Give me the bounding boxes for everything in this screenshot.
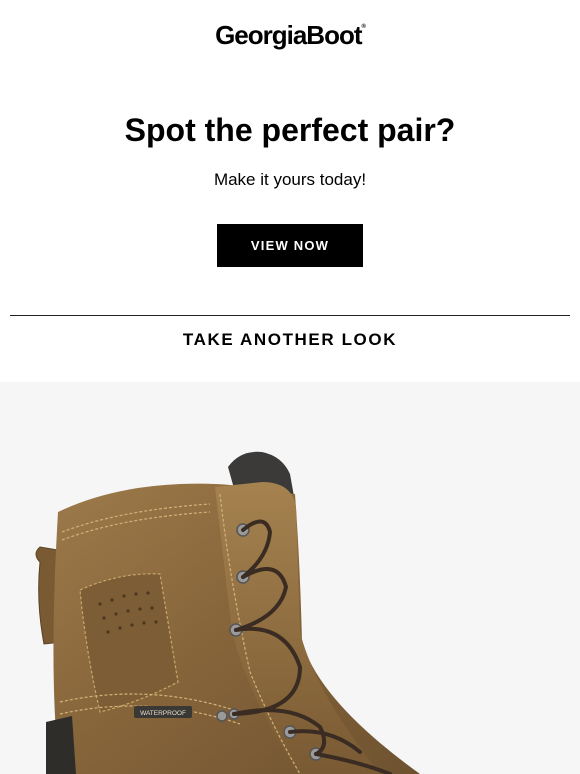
brand-logo-text: GeorgiaBoot xyxy=(215,20,362,50)
product-image[interactable]: WATERPROOF xyxy=(0,382,580,774)
registered-mark: ® xyxy=(361,24,367,30)
view-now-button[interactable]: VIEW NOW xyxy=(217,224,363,267)
section-title: TAKE ANOTHER LOOK xyxy=(182,330,398,349)
hero-headline: Spot the perfect pair? xyxy=(124,112,456,148)
brand-logo[interactable]: GeorgiaBoot® xyxy=(0,20,580,51)
waterproof-badge: WATERPROOF xyxy=(140,710,186,717)
section-divider xyxy=(10,315,570,316)
hero-subhead: Make it yours today! xyxy=(213,170,367,189)
work-boot-image: WATERPROOF xyxy=(35,451,421,774)
